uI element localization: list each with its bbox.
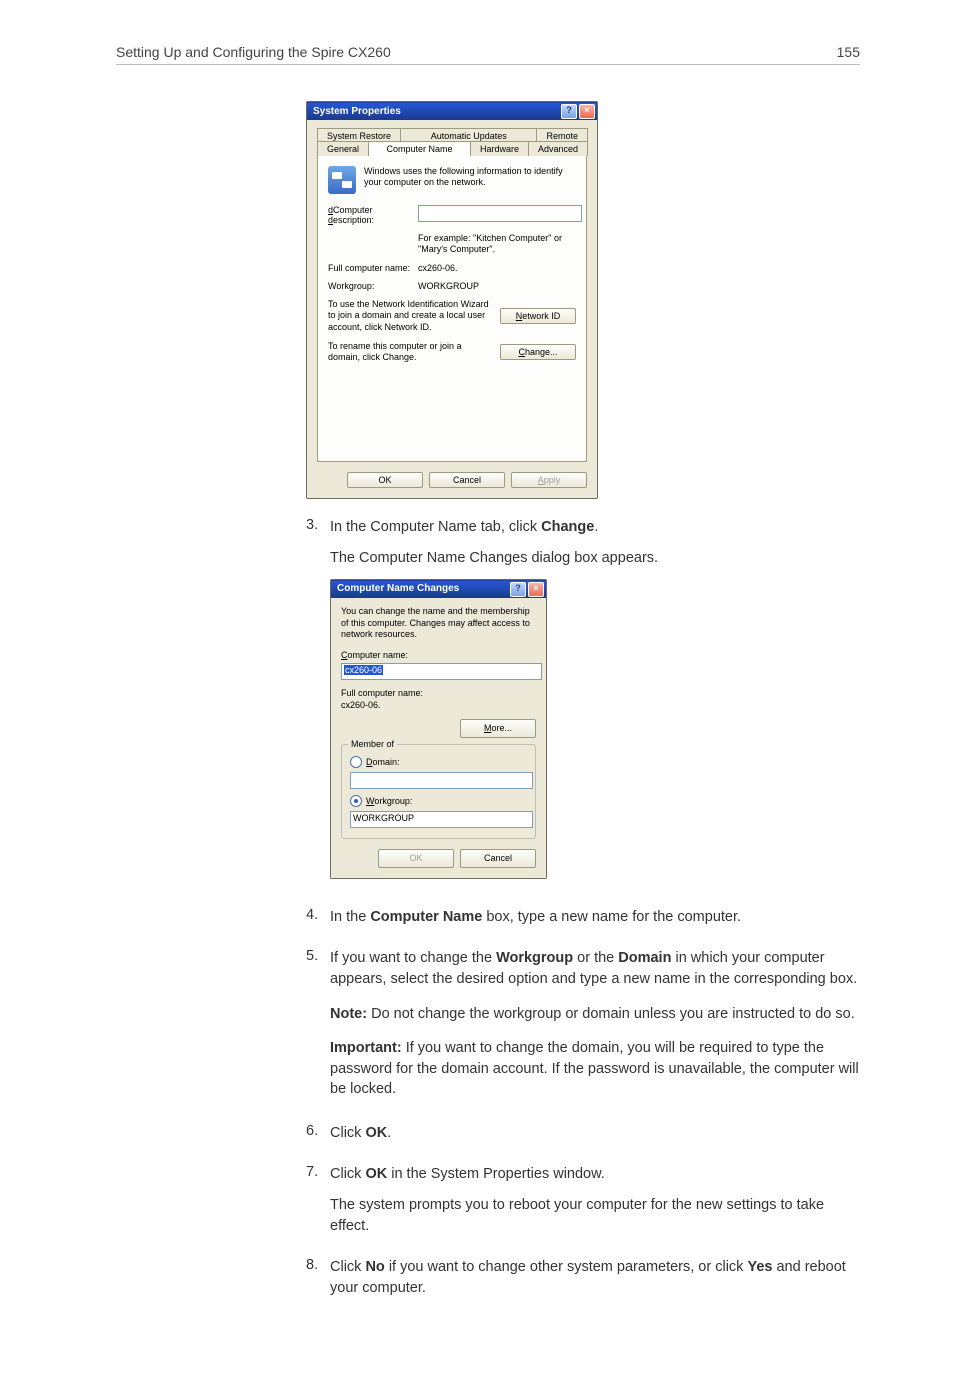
desc-label: dComputer description:Computer descripti… [328,205,418,225]
member-of-label: Member of [348,738,397,751]
help-icon[interactable]: ? [561,104,577,119]
step-number: 6. [306,1123,330,1154]
ok-button[interactable]: OK [378,849,454,868]
desc-hint: For example: "Kitchen Computer" or "Mary… [418,233,576,256]
step-number: 5. [306,948,330,1113]
help-icon[interactable]: ? [510,582,526,597]
computer-name-input[interactable]: cx260-06 [341,663,542,680]
rename-text: To rename this computer or join a domain… [328,341,492,364]
workgroup-input[interactable]: WORKGROUP [350,811,533,828]
step3-result: The Computer Name Changes dialog box app… [330,548,860,569]
step4-text: In the Computer Name box, type a new nam… [330,907,860,928]
important-block: Important: If you want to change the dom… [330,1038,860,1099]
fullname-value: cx260-06. [418,263,458,273]
info-text: Windows uses the following information t… [364,166,576,189]
step-number: 4. [306,907,330,938]
dialog2-intro: You can change the name and the membersh… [341,606,536,640]
step-number: 8. [306,1257,330,1309]
step-number: 3. [306,517,330,897]
cancel-button[interactable]: Cancel [460,849,536,868]
close-icon[interactable]: × [528,582,544,597]
ok-button[interactable]: OK [347,472,423,488]
tab-general[interactable]: General [317,141,369,156]
step8-text: Click No if you want to change other sys… [330,1257,860,1299]
page-header: Setting Up and Configuring the Spire CX2… [116,44,860,65]
apply-button[interactable]: Apply [511,472,587,488]
domain-radio[interactable]: Domain: [350,756,527,769]
header-title: Setting Up and Configuring the Spire CX2… [116,44,391,60]
computer-icon [328,166,356,194]
fullname2-value: cx260-06. [341,700,536,711]
note-block: Note: Do not change the workgroup or dom… [330,1004,860,1024]
step3-text: In the Computer Name tab, click Change. [330,517,860,538]
tab-computer-name[interactable]: Computer Name [368,141,471,156]
workgroup-radio[interactable]: Workgroup: [350,795,527,808]
fullname2-label: Full computer name: [341,688,536,699]
tab-advanced[interactable]: Advanced [528,141,588,156]
fullname-label: Full computer name: [328,263,418,273]
more-button[interactable]: More... [460,719,536,738]
workgroup-value: WORKGROUP [418,281,479,291]
dialog2-title: Computer Name Changes [337,582,459,597]
step7-text: Click OK in the System Properties window… [330,1164,860,1185]
workgroup-label: Workgroup: [328,281,418,291]
domain-input[interactable] [350,772,533,789]
wizard-text: To use the Network Identification Wizard… [328,299,492,333]
description-input[interactable] [418,205,582,222]
change-button[interactable]: Change... [500,344,576,360]
dialog-title: System Properties [313,106,401,117]
tab-hardware[interactable]: Hardware [470,141,529,156]
page-number: 155 [837,44,860,60]
close-icon[interactable]: × [579,104,595,119]
step6-text: Click OK. [330,1123,860,1144]
network-id-button[interactable]: Network ID [500,308,576,324]
step5-text: If you want to change the Workgroup or t… [330,948,860,990]
computer-name-changes-dialog: Computer Name Changes ? × You can change… [330,579,547,879]
step7-result: The system prompts you to reboot your co… [330,1195,860,1237]
dialog2-titlebar: Computer Name Changes ? × [331,580,546,598]
system-properties-dialog: System Properties ? × System Restore Aut… [306,101,598,499]
cname-label: Computer name: [341,650,536,661]
cancel-button[interactable]: Cancel [429,472,505,488]
dialog-titlebar: System Properties ? × [307,102,597,120]
